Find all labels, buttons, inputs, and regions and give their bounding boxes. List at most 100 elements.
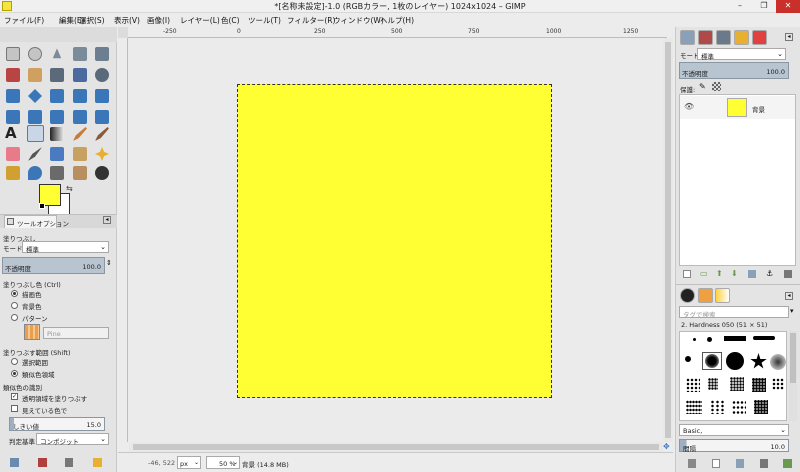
cage-transform-tool-icon[interactable]	[95, 110, 109, 124]
horizontal-scroll-thumb[interactable]	[133, 444, 659, 450]
brush-item[interactable]	[770, 354, 786, 370]
brush-scrollbar[interactable]	[789, 331, 797, 421]
vertical-scrollbar[interactable]	[663, 38, 673, 442]
text-tool-icon[interactable]: A	[5, 124, 17, 142]
ruler-top[interactable]: -250 0 250 500 750 1000 1250	[118, 27, 667, 38]
brush-item[interactable]	[752, 378, 766, 392]
menu-filters[interactable]: フィルター(R)	[287, 15, 335, 26]
crop-tool-icon[interactable]	[73, 89, 87, 103]
tab-tool-options[interactable]: ツールオプション	[4, 215, 69, 228]
anchor-layer-icon[interactable]: ⚓	[766, 269, 773, 278]
pattern-preview[interactable]	[24, 324, 40, 340]
lock-alpha-icon[interactable]	[712, 82, 721, 91]
brush-preset-select[interactable]: Basic, ⌄	[679, 424, 789, 436]
ruler-left[interactable]	[118, 38, 128, 442]
delete-brush-icon[interactable]	[760, 459, 768, 468]
maximize-button[interactable]: ❐	[752, 0, 776, 13]
select-by-color-tool-icon[interactable]	[95, 47, 109, 61]
fill-selection-radio[interactable]	[11, 358, 18, 365]
fill-similar-radio[interactable]	[11, 370, 18, 377]
scissors-tool-icon[interactable]	[6, 68, 20, 82]
pattern-name-field[interactable]: Pine	[43, 327, 109, 339]
menu-image[interactable]: 画像(I)	[147, 15, 170, 26]
reset-options-icon[interactable]	[93, 458, 102, 467]
duplicate-brush-icon[interactable]	[736, 459, 744, 468]
opacity-spin-icon[interactable]: ⇕	[106, 259, 112, 267]
new-layer-icon[interactable]	[683, 270, 691, 278]
vertical-scroll-thumb[interactable]	[665, 42, 671, 438]
menu-windows[interactable]: ウィンドウ(W)	[333, 15, 384, 26]
lower-layer-icon[interactable]: ⬇	[731, 269, 738, 278]
fill-fg-radio[interactable]	[11, 290, 18, 297]
flip-tool-icon[interactable]	[73, 110, 87, 124]
bomb-tool-icon[interactable]	[95, 166, 109, 180]
perspective-tool-icon[interactable]	[50, 110, 64, 124]
brush-item[interactable]	[772, 378, 784, 390]
menu-view[interactable]: 表示(V)	[114, 15, 140, 26]
paths-tab-icon[interactable]	[716, 30, 731, 45]
brush-scroll-thumb[interactable]	[790, 333, 796, 383]
close-button[interactable]: ✕	[776, 0, 800, 13]
menu-file[interactable]: ファイル(F)	[4, 15, 44, 26]
zoom-select[interactable]: 50 % ⌄	[206, 456, 240, 469]
color-picker-tool-icon[interactable]	[73, 68, 87, 82]
brush-item[interactable]	[686, 400, 702, 414]
brush-item[interactable]	[753, 336, 775, 340]
eraser-tool-icon[interactable]	[6, 147, 20, 161]
edit-brush-icon[interactable]	[688, 459, 696, 468]
restore-options-icon[interactable]	[38, 458, 47, 467]
brush-item[interactable]	[685, 356, 691, 362]
refresh-brushes-icon[interactable]	[783, 459, 792, 468]
opacity-slider[interactable]: 不透明度 100.0	[2, 257, 105, 274]
layers-mode-select[interactable]: 標準 ⌄	[697, 48, 786, 61]
rect-select-tool-icon[interactable]	[6, 47, 20, 61]
layer-row[interactable]: 👁 背景	[680, 96, 795, 119]
brush-item[interactable]	[686, 378, 700, 392]
layers-tab-icon[interactable]	[680, 30, 695, 45]
sample-merged-checkbox[interactable]	[11, 405, 18, 412]
delete-layer-icon[interactable]	[784, 270, 792, 278]
tab-menu-icon[interactable]: ◂	[103, 216, 111, 224]
paths-tool-icon[interactable]	[50, 68, 64, 82]
mode-select[interactable]: 標準 ⌄	[22, 241, 109, 254]
navigate-icon[interactable]: ✥	[663, 442, 673, 452]
save-options-icon[interactable]	[10, 458, 19, 467]
brush-item[interactable]	[730, 377, 744, 391]
tag-dropdown-icon[interactable]: ▾	[790, 307, 794, 315]
raise-layer-icon[interactable]: ⬆	[716, 269, 723, 278]
brush-spacing-slider[interactable]: 間隔 10.0	[679, 439, 789, 453]
default-colors-icon[interactable]	[39, 203, 45, 209]
lock-pixels-icon[interactable]: ✎	[699, 82, 706, 91]
ellipse-select-tool-icon[interactable]	[28, 47, 42, 61]
brush-item[interactable]	[732, 400, 746, 414]
swap-colors-icon[interactable]: ⇆	[66, 184, 73, 193]
brush-item[interactable]	[750, 353, 767, 369]
menu-select[interactable]: 選択(S)	[79, 15, 105, 26]
dodge-burn-tool-icon[interactable]	[73, 166, 87, 180]
bucket-fill-tool-icon[interactable]	[27, 125, 44, 142]
dock-menu-icon[interactable]: ◂	[785, 292, 793, 300]
minimize-button[interactable]: –	[728, 0, 752, 13]
brush-item[interactable]	[726, 352, 744, 370]
brushes-tab-icon[interactable]	[680, 288, 695, 303]
rotate-tool-icon[interactable]	[95, 89, 109, 103]
duplicate-layer-icon[interactable]	[748, 270, 756, 278]
layers-opacity-slider[interactable]: 不透明度 100.0	[679, 62, 789, 79]
brush-item[interactable]	[708, 378, 718, 390]
clone-tool-icon[interactable]	[73, 147, 87, 161]
zoom-tool-icon[interactable]	[95, 68, 109, 82]
brush-grid[interactable]	[679, 331, 787, 421]
foreground-select-tool-icon[interactable]	[28, 68, 42, 82]
shear-tool-icon[interactable]	[28, 110, 42, 124]
image-canvas[interactable]	[237, 84, 552, 398]
brush-item[interactable]	[754, 400, 768, 414]
blur-tool-icon[interactable]	[28, 166, 42, 180]
unit-select[interactable]: px ⌄	[177, 456, 201, 469]
perspective-clone-tool-icon[interactable]	[6, 166, 20, 180]
dock-menu-icon[interactable]: ◂	[785, 33, 793, 41]
menu-tools[interactable]: ツール(T)	[248, 15, 281, 26]
menu-help[interactable]: ヘルプ(H)	[380, 15, 414, 26]
fuzzy-select-tool-icon[interactable]	[73, 47, 87, 61]
channels-tab-icon[interactable]	[698, 30, 713, 45]
fill-pattern-radio[interactable]	[11, 314, 18, 321]
